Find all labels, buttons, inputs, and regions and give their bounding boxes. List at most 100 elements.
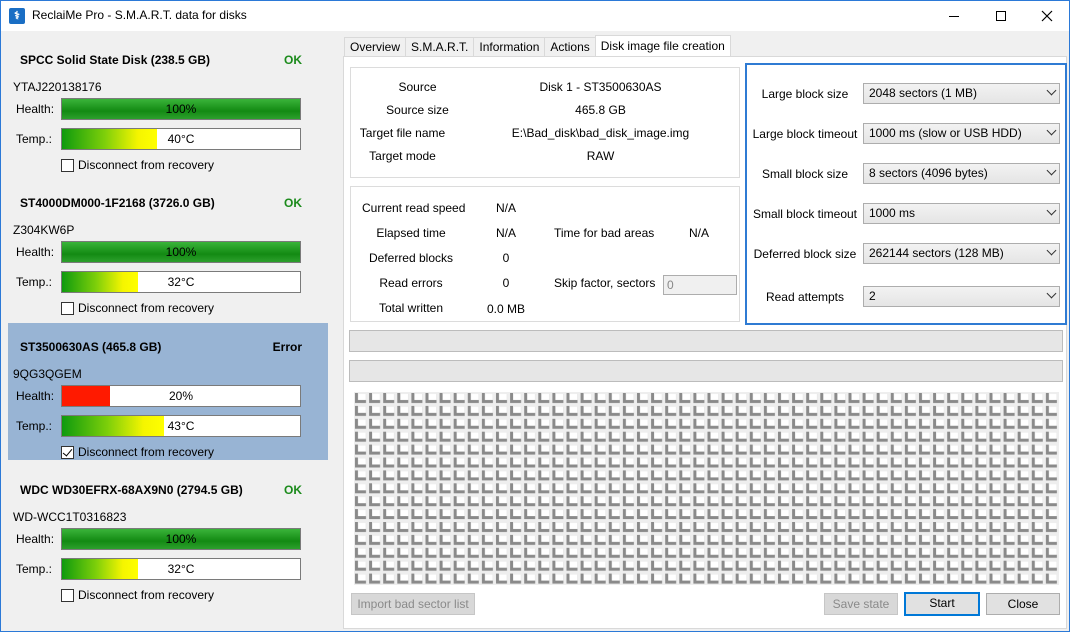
large-block-timeout-label: Large block timeout — [752, 127, 858, 141]
source-value: Disk 1 - ST3500630AS — [539, 80, 662, 94]
elapsed-time-label: Elapsed time — [376, 226, 446, 240]
chevron-down-icon — [1046, 85, 1057, 96]
disk-name: SPCC Solid State Disk (238.5 GB) — [20, 53, 211, 67]
health-label: Health: — [16, 102, 55, 116]
health-value: 20% — [168, 389, 194, 403]
maximize-button[interactable] — [978, 1, 1024, 31]
large-block-size-label: Large block size — [761, 87, 849, 101]
health-bar: 100% — [61, 98, 301, 120]
disk-card[interactable]: SPCC Solid State Disk (238.5 GB) OK YTAJ… — [8, 36, 328, 173]
chevron-down-icon — [1046, 205, 1057, 216]
tab-bar: Overview S.M.A.R.T. Information Actions … — [344, 35, 731, 57]
disk-serial: 9QG3QGEM — [13, 367, 82, 381]
close-window-button[interactable] — [1024, 1, 1070, 31]
skip-factor-input[interactable]: 0 — [663, 275, 737, 295]
close-icon — [1041, 10, 1053, 22]
minimize-button[interactable] — [931, 1, 977, 31]
start-button[interactable]: Start — [904, 592, 980, 616]
temp-label: Temp.: — [16, 132, 53, 146]
tab-disk-image-file-creation[interactable]: Disk image file creation — [594, 35, 731, 57]
sector-map-grid — [354, 392, 1059, 585]
progress-stats-box: Current read speed N/A Elapsed time N/A … — [350, 186, 740, 322]
checkbox-box[interactable] — [61, 301, 74, 315]
disk-card-selected[interactable]: ST3500630AS (465.8 GB) Error 9QG3QGEM He… — [8, 323, 328, 460]
tab-overview[interactable]: Overview — [344, 37, 407, 57]
bad-areas-time-value: N/A — [689, 226, 710, 240]
target-file-label: Target file name — [359, 126, 446, 140]
import-bad-sector-list-button[interactable]: Import bad sector list — [351, 593, 475, 615]
disk-name: ST3500630AS (465.8 GB) — [20, 340, 162, 354]
tab-content: Source Disk 1 - ST3500630AS Source size … — [343, 56, 1067, 629]
disk-status: OK — [284, 53, 302, 67]
small-block-timeout-label: Small block timeout — [752, 207, 858, 221]
source-info-box: Source Disk 1 - ST3500630AS Source size … — [350, 67, 740, 178]
app-window: ⚕ ReclaiMe Pro - S.M.A.R.T. data for dis… — [0, 0, 1070, 632]
large-block-timeout-select[interactable]: 1000 ms (slow or USB HDD) — [863, 123, 1060, 144]
disconnect-label: Disconnect from recovery — [78, 588, 215, 602]
source-label: Source — [398, 80, 437, 94]
window-title: ReclaiMe Pro - S.M.A.R.T. data for disks — [32, 8, 247, 22]
disconnect-checkbox[interactable]: Disconnect from recovery — [61, 158, 214, 172]
disconnect-checkbox[interactable]: Disconnect from recovery — [61, 445, 214, 459]
disk-serial: Z304KW6P — [13, 223, 75, 237]
disk-name: WDC WD30EFRX-68AX9N0 (2794.5 GB) — [20, 483, 243, 497]
chevron-down-icon — [1046, 165, 1057, 176]
chevron-down-icon — [1046, 125, 1057, 136]
temp-label: Temp.: — [16, 419, 53, 433]
tab-information[interactable]: Information — [473, 37, 546, 57]
source-size-value: 465.8 GB — [575, 103, 626, 117]
disk-status: OK — [284, 483, 302, 497]
small-block-size-label: Small block size — [761, 167, 849, 181]
small-block-timeout-select[interactable]: 1000 ms — [863, 203, 1060, 224]
health-bar: 100% — [61, 241, 301, 263]
read-attempts-label: Read attempts — [765, 290, 845, 304]
health-label: Health: — [16, 532, 55, 546]
disk-name: ST4000DM000-1F2168 (3726.0 GB) — [20, 196, 215, 210]
health-value: 100% — [165, 102, 197, 116]
minimize-icon — [949, 15, 959, 17]
close-button[interactable]: Close — [986, 593, 1060, 615]
disk-list: SPCC Solid State Disk (238.5 GB) OK YTAJ… — [2, 31, 338, 631]
disconnect-checkbox[interactable]: Disconnect from recovery — [61, 588, 214, 602]
disconnect-checkbox[interactable]: Disconnect from recovery — [61, 301, 214, 315]
small-block-size-select[interactable]: 8 sectors (4096 bytes) — [863, 163, 1060, 184]
small-block-timeout-value: 1000 ms — [869, 206, 916, 220]
read-attempts-select[interactable]: 2 — [863, 286, 1060, 307]
read-errors-label: Read errors — [379, 276, 443, 290]
temp-bar: 43°C — [61, 415, 301, 437]
checkbox-box[interactable] — [61, 158, 74, 172]
checkbox-box-checked[interactable] — [61, 445, 74, 459]
disk-card[interactable]: ST4000DM000-1F2168 (3726.0 GB) OK Z304KW… — [8, 179, 328, 316]
read-attempts-value: 2 — [869, 289, 876, 303]
read-speed-value: N/A — [495, 201, 516, 215]
large-block-size-select[interactable]: 2048 sectors (1 MB) — [863, 83, 1060, 104]
sector-map — [354, 392, 1059, 585]
health-value: 100% — [165, 532, 197, 546]
health-bar: 100% — [61, 528, 301, 550]
bad-areas-time-label: Time for bad areas — [554, 226, 655, 240]
checkbox-box[interactable] — [61, 588, 74, 602]
deferred-block-size-select[interactable]: 262144 sectors (128 MB) — [863, 243, 1060, 264]
overall-progress-bar — [349, 330, 1063, 352]
title-bar: ⚕ ReclaiMe Pro - S.M.A.R.T. data for dis… — [1, 1, 1069, 31]
elapsed-time-value: N/A — [495, 226, 516, 240]
temp-bar: 32°C — [61, 558, 301, 580]
large-block-size-value: 2048 sectors (1 MB) — [869, 86, 978, 100]
chevron-down-icon — [1046, 245, 1057, 256]
deferred-blocks-label: Deferred blocks — [368, 251, 454, 265]
current-progress-bar — [349, 360, 1063, 382]
tab-smart[interactable]: S.M.A.R.T. — [405, 37, 475, 57]
disconnect-label: Disconnect from recovery — [78, 158, 215, 172]
temp-label: Temp.: — [16, 562, 53, 576]
target-mode-label: Target mode — [369, 149, 436, 163]
disconnect-label: Disconnect from recovery — [78, 445, 215, 459]
small-block-size-value: 8 sectors (4096 bytes) — [869, 166, 988, 180]
tab-actions[interactable]: Actions — [544, 37, 596, 57]
health-value: 100% — [165, 245, 197, 259]
disk-card[interactable]: WDC WD30EFRX-68AX9N0 (2794.5 GB) OK WD-W… — [8, 466, 328, 603]
health-label: Health: — [16, 245, 55, 259]
save-state-button[interactable]: Save state — [824, 593, 898, 615]
deferred-blocks-value: 0 — [502, 251, 510, 265]
read-errors-value: 0 — [502, 276, 510, 290]
disk-serial: YTAJ220138176 — [13, 80, 102, 94]
